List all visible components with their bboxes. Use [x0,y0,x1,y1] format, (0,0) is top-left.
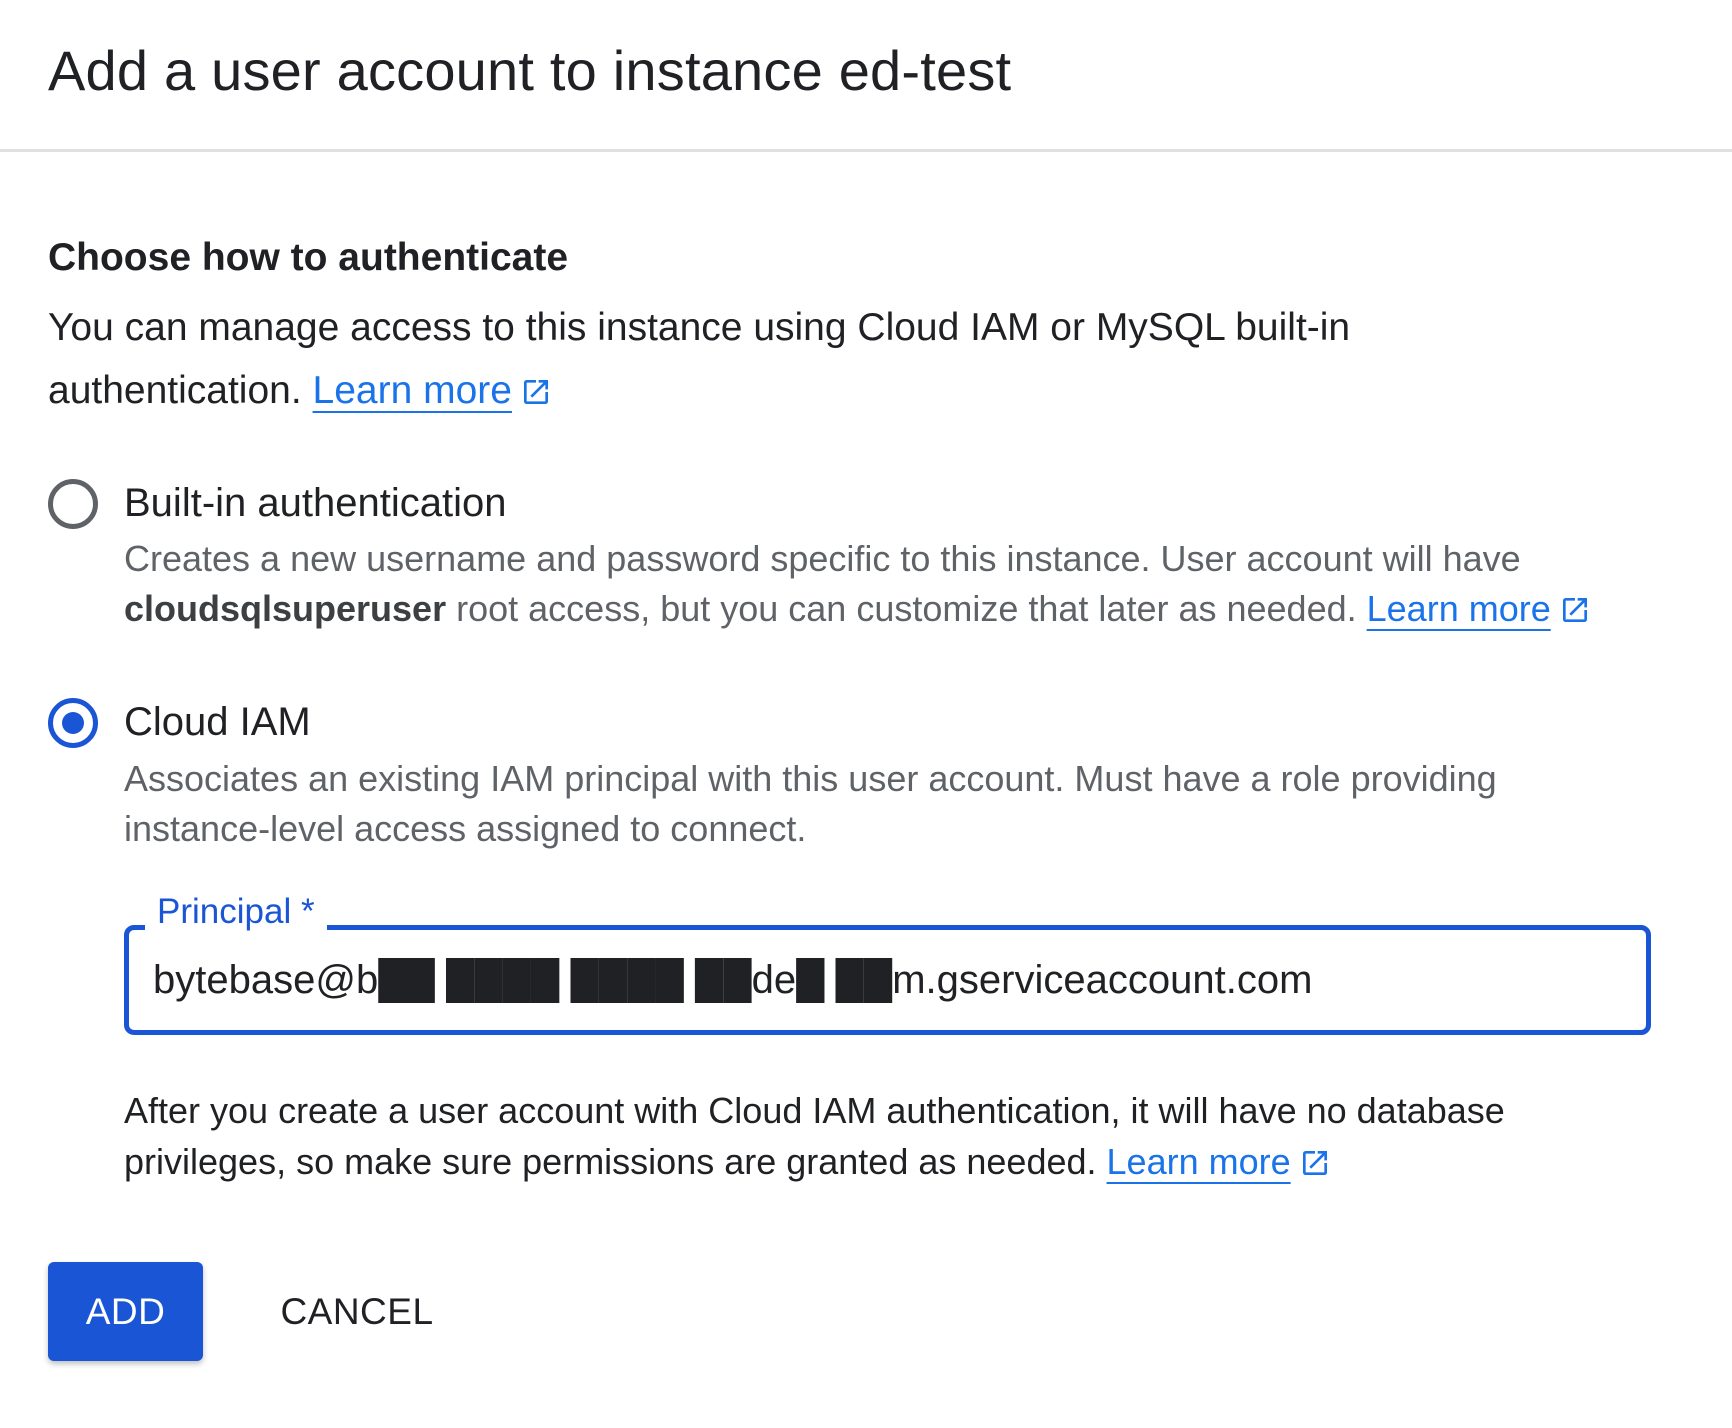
principal-field-label: Principal * [145,892,327,932]
builtin-desc-suffix: root access, but you can customize that … [456,588,1357,629]
cloud-iam-label[interactable]: Cloud IAM [124,700,311,745]
external-link-icon[interactable] [1299,1147,1331,1179]
add-user-dialog: Add a user account to instance ed-test C… [0,0,1732,1428]
principal-input[interactable] [153,948,1613,1012]
learn-more-link-builtin[interactable]: Learn more [1367,588,1551,629]
external-link-icon[interactable] [1559,594,1591,626]
auth-section-heading: Choose how to authenticate [48,236,569,279]
auth-description-text: You can manage access to this instance u… [48,306,1351,412]
auth-section-description: You can manage access to this instance u… [48,296,1508,422]
builtin-auth-label[interactable]: Built-in authentication [124,481,506,526]
radio-checked-dot [62,712,84,734]
radio-cloud-iam[interactable] [48,698,98,748]
cloud-iam-description: Associates an existing IAM principal wit… [124,758,1497,849]
cancel-button[interactable]: CANCEL [262,1262,452,1361]
add-button[interactable]: ADD [48,1262,203,1361]
header-divider [0,149,1732,152]
principal-field[interactable]: Principal * [124,892,1651,1035]
builtin-desc-bold: cloudsqlsuperuser [124,588,447,629]
external-link-icon[interactable] [520,376,552,408]
builtin-auth-description: Creates a new username and password spec… [124,534,1644,634]
iam-privileges-note: After you create a user account with Clo… [124,1085,1644,1187]
learn-more-link-note[interactable]: Learn more [1107,1141,1291,1182]
dialog-title: Add a user account to instance ed-test [48,39,1012,102]
builtin-desc-prefix: Creates a new username and password spec… [124,538,1521,579]
learn-more-link-auth[interactable]: Learn more [313,369,512,412]
radio-builtin-auth[interactable] [48,479,98,529]
